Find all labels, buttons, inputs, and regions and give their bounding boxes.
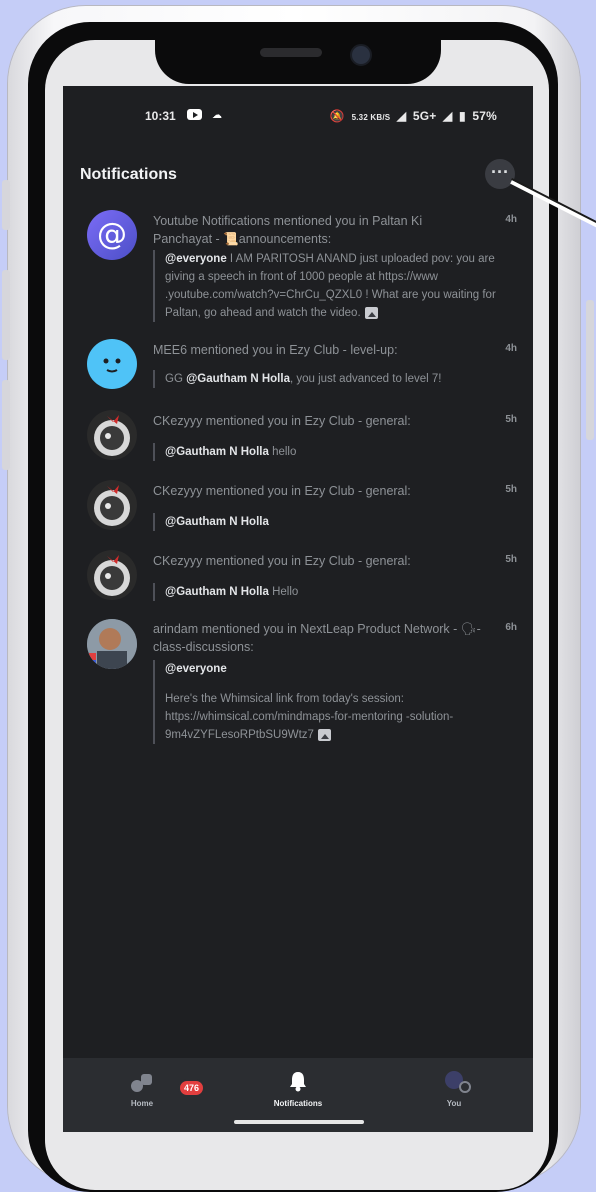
tab-you[interactable]: You	[404, 1058, 504, 1132]
mute-icon: 🔕	[329, 109, 346, 123]
phone-side-button	[2, 380, 10, 470]
notification-title: CKezyyy mentioned you in Ezy Club - gene…	[153, 484, 411, 498]
tab-label: Home	[130, 1099, 154, 1108]
tab-label: Notifications	[273, 1099, 323, 1108]
mention[interactable]: @everyone	[165, 253, 227, 265]
bell-icon	[290, 1072, 306, 1092]
notification-time: 5h	[505, 414, 517, 425]
page-title: Notifications	[80, 166, 177, 183]
youtube-icon	[187, 109, 202, 120]
avatar: @	[87, 210, 137, 260]
image-icon	[364, 306, 378, 319]
notification-quote: @everyone Here's the Whimsical link from…	[153, 660, 510, 744]
front-camera	[350, 44, 372, 66]
notification-quote: @Gautham N Holla hello	[153, 443, 510, 461]
notification-quote: @Gautham N Holla	[153, 513, 510, 531]
avatar	[87, 339, 137, 389]
app-screen: 10:31 ☁ 🔕 5.32 KB/S ◢ 5G+ ◢ ▮ 57% Notifi…	[63, 86, 533, 1132]
avatar	[87, 619, 137, 669]
network-type: 5G+	[412, 109, 437, 123]
notification-title: CKezyyy mentioned you in Ezy Club - gene…	[153, 554, 411, 568]
battery-level: 57%	[472, 109, 497, 123]
smiley-face-icon	[103, 358, 121, 373]
quote-prefix: GG	[165, 373, 187, 385]
network-speed: 5.32 KB/S	[351, 113, 391, 122]
user-avatar-icon	[445, 1071, 471, 1093]
cloud-icon: ☁	[212, 110, 222, 121]
mention[interactable]: @everyone	[165, 660, 510, 678]
status-time: 10:31	[145, 109, 176, 123]
quote-text-block: Here's the Whimsical link from today's s…	[165, 690, 510, 744]
notification-time: 4h	[505, 343, 517, 354]
notification-time: 6h	[505, 622, 517, 633]
notification-title: arindam mentioned you in NextLeap Produc…	[153, 622, 481, 654]
notification-quote: GG @Gautham N Holla, you just advanced t…	[153, 370, 510, 388]
character-avatar-icon	[94, 485, 130, 526]
speaker	[260, 48, 322, 57]
mention[interactable]: @Gautham N Holla	[165, 516, 269, 528]
signal-icon: ◢	[443, 109, 453, 123]
mention[interactable]: @Gautham N Holla	[186, 373, 290, 385]
phone-side-button	[2, 180, 10, 230]
notification-title: MEE6 mentioned you in Ezy Club - level-u…	[153, 343, 398, 357]
mention[interactable]: @Gautham N Holla	[165, 446, 269, 458]
character-avatar-icon	[94, 555, 130, 596]
notification-time: 5h	[505, 554, 517, 565]
user-photo-icon	[87, 619, 137, 669]
more-options-button[interactable]: ···	[485, 159, 515, 189]
at-sign-icon: @	[97, 217, 127, 252]
quote-text: Hello	[268, 586, 299, 598]
svg-text:@: @	[97, 217, 127, 252]
status-bar: 10:31 ☁ 🔕 5.32 KB/S ◢ 5G+ ◢ ▮ 57%	[63, 106, 533, 126]
tab-home[interactable]: 476 Home	[92, 1058, 206, 1132]
signal-icon: ◢	[396, 109, 407, 123]
avatar	[87, 410, 137, 460]
avatar	[87, 480, 137, 530]
image-icon	[317, 728, 331, 741]
unread-badge: 476	[178, 1079, 206, 1097]
notification-title: Youtube Notifications mentioned you in P…	[153, 214, 423, 246]
phone-side-button	[2, 270, 10, 360]
tab-label: You	[446, 1099, 462, 1108]
phone-side-button	[586, 300, 594, 440]
quote-text: hello	[268, 446, 297, 458]
status-indicators: 🔕 5.32 KB/S ◢ 5G+ ◢ ▮ 57%	[327, 109, 497, 123]
quote-text: , you just advanced to level 7!	[289, 373, 442, 385]
battery-icon: ▮	[459, 109, 466, 123]
home-indicator[interactable]	[234, 1120, 364, 1124]
notification-quote: @Gautham N Holla Hello	[153, 583, 510, 601]
notification-quote: @everyone I AM PARITOSH ANAND just uploa…	[153, 250, 510, 322]
quote-text: Here's the Whimsical link from today's s…	[165, 693, 454, 741]
notification-title: CKezyyy mentioned you in Ezy Club - gene…	[153, 414, 411, 428]
character-avatar-icon	[94, 415, 130, 456]
notification-time: 4h	[505, 214, 517, 225]
notification-time: 5h	[505, 484, 517, 495]
mention[interactable]: @Gautham N Holla	[165, 586, 269, 598]
servers-icon	[131, 1074, 152, 1092]
avatar	[87, 550, 137, 600]
